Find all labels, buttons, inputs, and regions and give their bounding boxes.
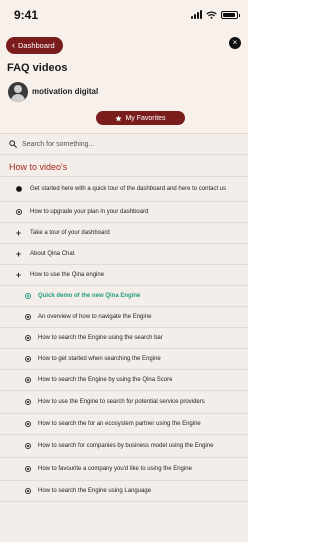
circle-dot-icon [24,377,31,384]
faq-item-label: How to get started when searching the En… [38,355,161,362]
faq-item-label: About Qina Chat [30,250,75,257]
app-screen: 9:41 ‹ Dashboard × FAQ videos motivation… [0,0,248,542]
faq-item[interactable]: How to use the Engine to search for pote… [0,391,248,414]
back-button-label: Dashboard [18,41,55,50]
profile-name: motivation digital [32,87,99,96]
status-bar: 9:41 [0,0,248,30]
circle-dot-icon [24,356,31,363]
avatar [8,82,28,102]
faq-item-label: How to search the Engine using Language [38,487,152,494]
faq-item[interactable]: Get started here with a quick tour of th… [0,177,248,202]
faq-item-label: How to favourite a company you'd like to… [38,465,192,472]
circle-dot-icon [24,293,31,300]
search-input[interactable]: Search for something... [22,141,94,148]
search-bar[interactable]: Search for something... [0,133,248,155]
faq-item-label: How to upgrade your plan in your dashboa… [30,208,149,215]
faq-item-label: How to search the Engine using the searc… [38,334,163,341]
chevron-left-icon: ‹ [12,40,15,50]
circle-dot-icon [24,488,31,495]
faq-item-label: How to search for companies by business … [38,442,214,449]
faq-item-label: How to use the Engine to search for pote… [38,398,205,405]
star-icon [115,114,123,121]
faq-item[interactable]: How to search the for an ecosystem partn… [0,414,248,435]
circle-dot-icon [24,421,31,428]
circle-dot-icon [24,314,31,321]
my-favorites-button[interactable]: My Favorites [96,111,185,125]
close-icon: × [232,38,238,47]
my-favorites-label: My Favorites [125,114,166,122]
faq-item-label: Quick demo of the new Qina Engine [38,292,141,299]
page-title: FAQ videos [7,62,68,74]
faq-list-panel: Search for something... How to video's G… [0,133,248,542]
search-icon [9,140,17,148]
faq-item[interactable]: How to favourite a company you'd like to… [0,458,248,481]
circle-solid-icon [15,186,22,193]
wifi-icon [206,11,217,19]
close-button[interactable]: × [229,37,241,49]
circle-dot-icon [24,335,31,342]
faq-item[interactable]: How to search the Engine using Language [0,481,248,502]
faq-item[interactable]: How to search for companies by business … [0,435,248,458]
faq-item[interactable]: + About Qina Chat [0,244,248,265]
circle-dot-icon [24,443,31,450]
plus-icon: + [15,227,22,238]
faq-item-label: How to use the Qina engine [30,271,105,278]
faq-item-label: An overview of how to navigate the Engin… [38,313,152,320]
circle-dot-icon [24,466,31,473]
faq-item[interactable]: How to get started when searching the En… [0,349,248,370]
faq-item[interactable]: An overview of how to navigate the Engin… [0,307,248,328]
status-time: 9:41 [14,8,39,22]
faq-item[interactable]: + Take a tour of your dashboard [0,223,248,244]
faq-item[interactable]: How to search the Engine using the searc… [0,328,248,349]
signal-icon [191,10,202,19]
profile [8,82,28,102]
section-title: How to video's [0,157,248,177]
plus-icon: + [15,248,22,259]
faq-item-label: Take a tour of your dashboard [30,229,110,236]
faq-item-label: How to search the Engine by using the Qi… [38,376,173,383]
faq-item[interactable]: How to upgrade your plan in your dashboa… [0,202,248,223]
faq-item-label: Get started here with a quick tour of th… [30,185,227,192]
battery-icon [221,10,240,19]
status-icons [191,10,240,19]
plus-icon: + [15,269,22,280]
faq-item[interactable]: + How to use the Qina engine [0,265,248,286]
faq-item-label: How to search the for an ecosystem partn… [38,420,201,427]
circle-dot-icon [24,399,31,406]
faq-item[interactable]: Quick demo of the new Qina Engine [0,286,248,307]
back-to-dashboard-button[interactable]: ‹ Dashboard [6,37,63,54]
circle-dot-icon [15,209,22,216]
faq-list: Get started here with a quick tour of th… [0,177,248,502]
faq-item[interactable]: How to search the Engine by using the Qi… [0,370,248,391]
